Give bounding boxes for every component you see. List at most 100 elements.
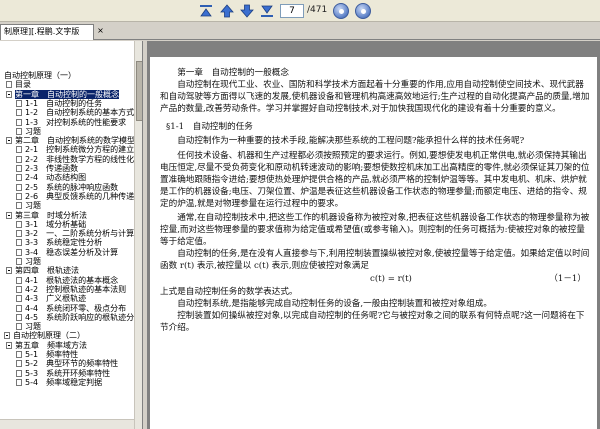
bookmark-page-icon: [16, 99, 22, 107]
bookmark-page-icon: [16, 146, 22, 154]
collapse-icon[interactable]: [4, 332, 10, 340]
page-number-input[interactable]: 7: [280, 4, 304, 18]
bookmark-page-icon: [16, 369, 22, 377]
bookmark-label: 3-4 稳态误差分析及计算: [25, 247, 119, 257]
collapse-icon[interactable]: [6, 90, 12, 98]
previous-page-icon[interactable]: [219, 3, 235, 19]
bookmark-label: 第一章 自动控制的一般概念: [15, 89, 119, 99]
bookmark-page-icon: [16, 155, 22, 163]
document-page: 第一章 自动控制的一般概念 自动控制在现代工业、农业、国防和科学技术方面起着十分…: [150, 57, 597, 429]
bookmark-item[interactable]: 自动控制原理（一）: [0, 71, 134, 80]
bookmark-item[interactable]: 习题: [0, 127, 134, 136]
bookmark-item[interactable]: 1-2 自动控制系统的基本方式: [0, 108, 134, 117]
bookmark-item[interactable]: 1-1 自动控制的任务: [0, 99, 134, 108]
document-tab[interactable]: 制原理][.程鹏.文字版: [0, 24, 94, 40]
bookmark-label: 4-5 系统阶跃响应的根轨迹分析: [25, 312, 134, 322]
paragraph: 自动控制的任务,是在没有人直接参与下,利用控制装置操纵被控对象,使被控量等于给定…: [160, 249, 590, 272]
bookmark-page-icon: [16, 109, 22, 117]
bookmark-label: 5-2 典型环节的频率特性: [25, 359, 119, 369]
bookmark-item[interactable]: 习题: [0, 201, 134, 210]
bookmark-label: 5-1 频率特性: [25, 350, 79, 359]
chapter-heading: 第一章 自动控制的一般概念: [177, 68, 289, 78]
bookmark-page-icon: [16, 220, 22, 228]
bookmark-item[interactable]: 2-3 传递函数: [0, 164, 134, 173]
next-page-icon[interactable]: [239, 3, 255, 19]
bookmark-item[interactable]: 2-2 非线性数学方程的线性化: [0, 155, 134, 164]
bookmark-page-icon: [16, 313, 22, 321]
section-heading: §1-1 自动控制的任务: [166, 122, 253, 133]
bookmark-item[interactable]: 4-4 系统闭环零、极点分布: [0, 304, 134, 313]
bookmark-item[interactable]: 自动控制原理（二）: [0, 331, 134, 340]
collapse-icon[interactable]: [6, 341, 12, 349]
first-page-icon[interactable]: [198, 3, 214, 19]
bookmark-item[interactable]: 5-4 频率域稳定判据: [0, 378, 134, 387]
paragraph: 自动控制在现代工业、农业、国防和科学技术方面起着十分重要的作用,应用自动控制使空…: [160, 80, 590, 115]
page-total-label: /471: [307, 5, 328, 15]
bookmark-item[interactable]: 3-1 域分析基础: [0, 220, 134, 229]
navigation-toolbar: 7 /471: [0, 0, 600, 22]
bookmark-page-icon: [16, 304, 22, 312]
bookmark-label: 第三章 时域分析法: [15, 210, 87, 220]
bookmark-item[interactable]: 第二章 自动控制系统的数学模型: [0, 136, 134, 145]
bookmark-item[interactable]: 习题: [0, 257, 134, 266]
bookmark-page-icon: [16, 230, 22, 238]
bookmark-item[interactable]: 3-3 系统稳定性分析: [0, 238, 134, 247]
bookmark-item[interactable]: 3-4 稳态误差分析及计算: [0, 248, 134, 257]
bookmark-page-icon: [16, 378, 22, 386]
bookmark-item[interactable]: 2-1 控制系统微分方程的建立: [0, 145, 134, 154]
bookmark-label: 1-3 对控制系统的性能要求: [25, 117, 127, 127]
bookmark-page-icon: [16, 165, 22, 172]
bookmark-label: 自动控制原理（二）: [13, 331, 85, 341]
bookmark-item[interactable]: 习题: [0, 322, 134, 331]
bookmark-item[interactable]: 4-1 根轨迹法的基本概念: [0, 276, 134, 285]
collapse-icon[interactable]: [6, 211, 12, 219]
paragraph: 自动控制系统,是指能够完成自动控制任务的设备,一般由控制装置和被控对象组成。: [177, 298, 493, 309]
bookmark-page-icon: [16, 276, 22, 284]
page-text: 第一章 自动控制的一般概念 自动控制在现代工业、农业、国防和科学技术方面起着十分…: [160, 67, 590, 334]
bookmark-page-icon: [16, 295, 22, 303]
bookmark-item[interactable]: 2-4 动态结构图: [0, 173, 134, 182]
bookmark-item[interactable]: 第四章 根轨迹法: [0, 266, 134, 275]
bookmark-item[interactable]: 5-3 系统开环频率特性: [0, 369, 134, 378]
bookmark-item[interactable]: 3-2 一、二阶系统分析与计算: [0, 229, 134, 238]
bookmark-item[interactable]: 2-6 典型反馈系统的几种传递函数: [0, 192, 134, 201]
bookmark-label: 第四章 根轨迹法: [15, 266, 79, 276]
bookmark-item[interactable]: 5-1 频率特性: [0, 350, 134, 359]
paragraph: 自动控制作为一种重要的技术手段,能解决那些系统的工程问题?能承担什么样的技术任务…: [177, 136, 525, 147]
refresh-icon[interactable]: [355, 3, 371, 19]
sidebar-horizontal-scrollbar[interactable]: [0, 419, 134, 429]
bookmark-label: 2-5 系统的脉冲响应函数: [25, 182, 119, 192]
pdf-reader-window: 7 /471 制原理][.程鹏.文字版 × 自动控制原理（一） 目录 第一章 自动控…: [0, 0, 600, 429]
bookmark-sidebar: 自动控制原理（一） 目录 第一章 自动控制的一般概念 1-1 自动控制的任务 1-2 自…: [0, 41, 143, 429]
bookmark-item[interactable]: 4-3 广义根轨迹: [0, 294, 134, 303]
bookmark-page-icon: [16, 351, 22, 358]
bookmark-item[interactable]: 第一章 自动控制的一般概念: [0, 89, 134, 99]
bookmark-label: 习题: [25, 257, 41, 266]
bookmark-item[interactable]: 4-5 系统阶跃响应的根轨迹分析: [0, 313, 134, 322]
close-tab-icon[interactable]: ×: [96, 26, 105, 35]
bookmark-item[interactable]: 目录: [0, 80, 134, 89]
bookmark-item[interactable]: 第三章 时域分析法: [0, 211, 134, 220]
bookmark-item[interactable]: 5-2 典型环节的频率特性: [0, 359, 134, 368]
go-icon[interactable]: [333, 3, 349, 19]
bookmark-label: 2-3 传递函数: [25, 164, 79, 173]
sidebar-scrollbar[interactable]: [134, 41, 142, 429]
bookmark-page-icon: [16, 118, 22, 126]
bookmark-label: 4-3 广义根轨迹: [25, 294, 87, 304]
collapse-icon[interactable]: [6, 137, 12, 145]
bookmark-item[interactable]: 4-2 控制根轨迹的基本法则: [0, 285, 134, 294]
bookmark-page-icon: [16, 192, 22, 200]
bookmark-page-icon: [16, 174, 22, 182]
bookmark-page-icon: [16, 202, 22, 210]
collapse-icon[interactable]: [6, 267, 12, 275]
last-page-icon[interactable]: [259, 3, 275, 19]
bookmark-page-icon: [16, 183, 22, 191]
bookmark-label: 1-1 自动控制的任务: [25, 98, 103, 108]
bookmark-item[interactable]: 2-5 系统的脉冲响应函数: [0, 183, 134, 192]
bookmark-item[interactable]: 1-3 对控制系统的性能要求: [0, 118, 134, 127]
document-viewport[interactable]: 第一章 自动控制的一般概念 自动控制在现代工业、农业、国防和科学技术方面起着十分…: [147, 41, 600, 429]
sidebar-scroll-thumb[interactable]: [136, 61, 142, 121]
bookmark-item[interactable]: 第五章 频率域方法: [0, 341, 134, 350]
bookmark-page-icon: [16, 239, 22, 247]
bookmark-label: 4-2 控制根轨迹的基本法则: [25, 284, 127, 294]
